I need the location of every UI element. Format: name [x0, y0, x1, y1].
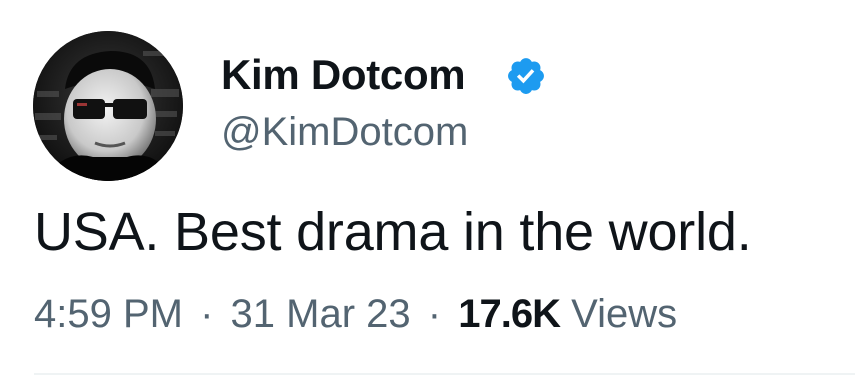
- divider: [34, 373, 855, 375]
- tweet-text: USA. Best drama in the world.: [34, 202, 752, 262]
- avatar-image: [33, 31, 183, 181]
- avatar[interactable]: [33, 31, 183, 181]
- author-handle[interactable]: @KimDotcom: [221, 108, 468, 156]
- tweet-time[interactable]: 4:59 PM: [34, 292, 183, 336]
- tweet-card: Kim Dotcom @KimDotcom USA. Best drama in…: [0, 0, 855, 380]
- author-display-name[interactable]: Kim Dotcom: [221, 50, 466, 100]
- views-count[interactable]: 17.6K: [458, 292, 561, 336]
- views-label: Views: [571, 292, 678, 336]
- meta-separator: ·: [427, 292, 442, 336]
- meta-separator: ·: [200, 292, 214, 336]
- verified-badge-icon[interactable]: [505, 55, 547, 97]
- tweet-date[interactable]: 31 Mar 23: [231, 292, 411, 336]
- tweet-meta: 4:59 PM · 31 Mar 23 · 17.6K Views: [34, 290, 677, 338]
